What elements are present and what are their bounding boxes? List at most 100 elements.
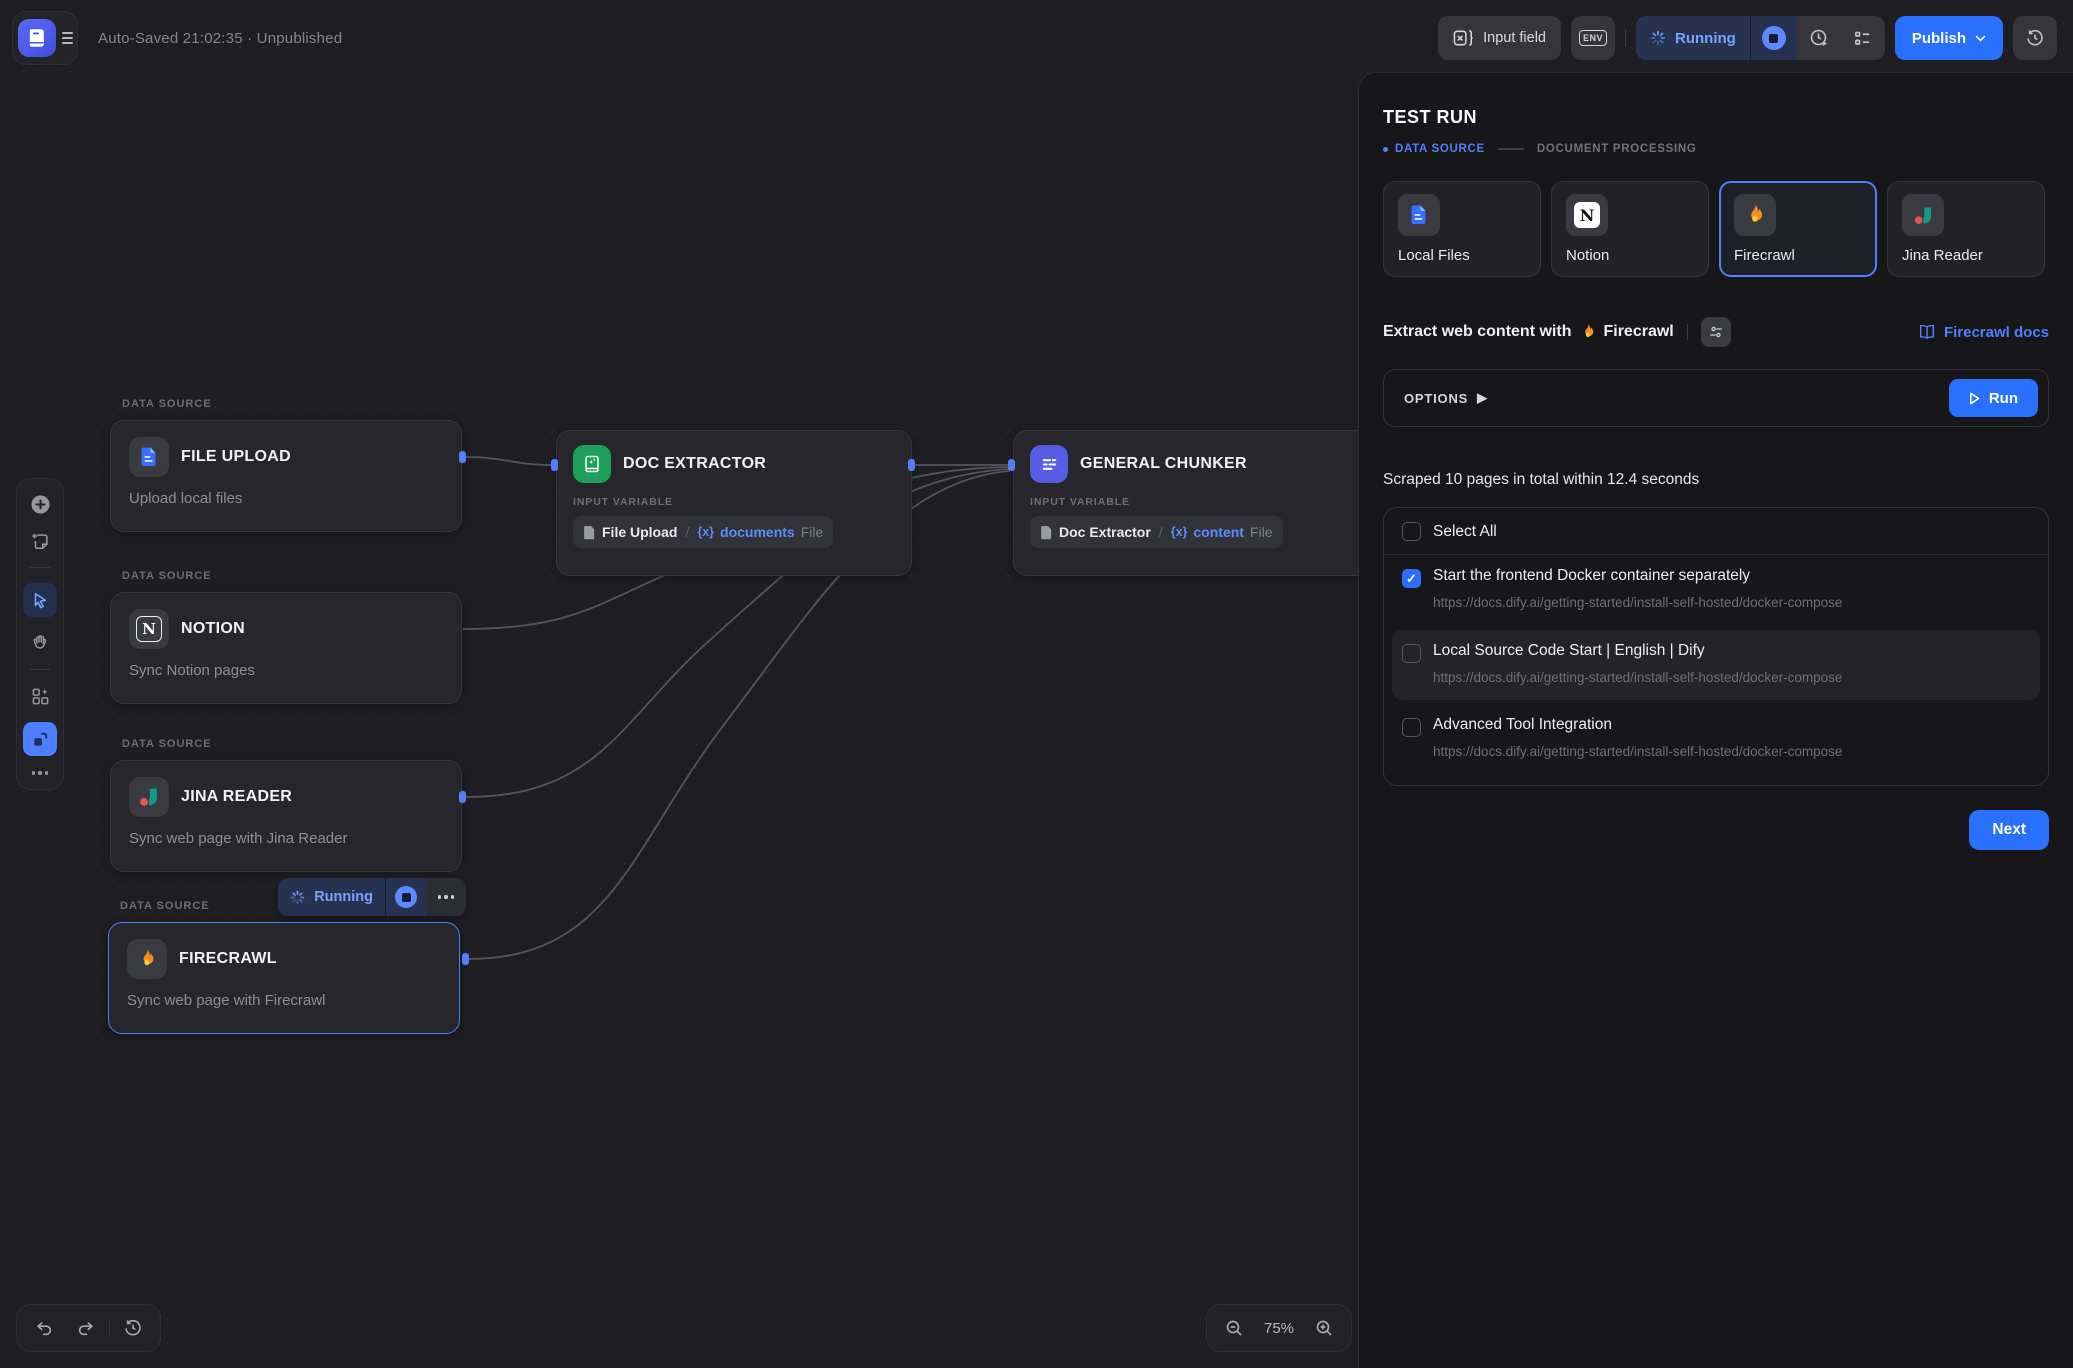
variable-chip[interactable]: File Upload / {x} documents File [573, 516, 833, 548]
run-time-button[interactable] [1797, 16, 1841, 60]
redo-icon [76, 1318, 96, 1338]
source-name: Notion [1566, 247, 1694, 264]
node-card[interactable]: FILE UPLOAD Upload local files [110, 420, 462, 532]
input-field-button[interactable]: Input field [1438, 16, 1561, 60]
running-badge[interactable]: Running [278, 878, 385, 916]
zoom-in-button[interactable] [1303, 1308, 1345, 1348]
undo-button[interactable] [23, 1308, 65, 1348]
node-title: NOTION [181, 620, 245, 638]
general-chunker-icon [1030, 445, 1068, 483]
extract-title: Extract web content with Firecrawl [1383, 323, 1674, 341]
node-more-button[interactable] [426, 878, 466, 916]
node-firecrawl[interactable]: Running DATA SOURCE FIRECRAWL Sync web p… [108, 900, 460, 1034]
canvas-toolbar [16, 478, 64, 790]
node-jina-reader[interactable]: DATA SOURCE JINA READER Sync web page wi… [110, 738, 462, 872]
source-card-firecrawl[interactable]: Firecrawl [1719, 181, 1877, 277]
notion-logo: N [1574, 202, 1600, 228]
source-card-jina-reader[interactable]: Jina Reader [1887, 181, 2045, 277]
sliders-icon [1708, 324, 1724, 340]
checklist-button[interactable] [1841, 16, 1885, 60]
source-card-local-files[interactable]: Local Files [1383, 181, 1541, 277]
file-icon [1040, 525, 1053, 540]
variable-input-icon [1453, 29, 1474, 47]
list-item[interactable]: Advanced Tool Integration https://docs.d… [1384, 704, 2048, 775]
source-name: Local Files [1398, 247, 1526, 264]
extract-prefix: Extract web content with [1383, 323, 1571, 341]
stop-node-button[interactable] [395, 886, 417, 908]
stop-button[interactable] [1762, 26, 1786, 50]
pointer-tool[interactable] [23, 583, 57, 617]
port-doc-extractor-in[interactable] [551, 459, 558, 471]
node-card[interactable]: FIRECRAWL Sync web page with Firecrawl [108, 922, 460, 1034]
hand-icon [30, 633, 50, 653]
flame-icon [1579, 323, 1597, 341]
app-logo [18, 19, 56, 57]
node-title: FILE UPLOAD [181, 448, 291, 466]
spinner-icon [290, 890, 305, 905]
port-doc-extractor-out[interactable] [908, 459, 915, 471]
variable-chip[interactable]: Doc Extractor / {x} content File [1030, 516, 1283, 548]
notion-logo: N [136, 616, 162, 642]
menu-icon[interactable] [62, 32, 73, 44]
version-history-button[interactable] [2013, 16, 2057, 60]
zoom-level[interactable]: 75% [1255, 1320, 1303, 1337]
run-button[interactable]: Run [1949, 379, 2038, 417]
active-step-dot [1383, 147, 1388, 152]
select-all-checkbox[interactable] [1402, 522, 1421, 541]
node-file-upload[interactable]: DATA SOURCE FILE UPLOAD Upload local fil… [110, 398, 462, 532]
list-item[interactable]: Local Source Code Start | English | Dify… [1392, 630, 2040, 701]
port-general-chunker-in[interactable] [1008, 459, 1015, 471]
node-title: DOC EXTRACTOR [623, 455, 766, 473]
toolbar-divider [1625, 29, 1626, 47]
next-button-row: Next [1383, 810, 2049, 850]
node-card[interactable]: JINA READER Sync web page with Jina Read… [110, 760, 462, 872]
port-firecrawl-out[interactable] [462, 953, 469, 965]
running-badge[interactable]: Running [1636, 16, 1750, 60]
options-section: OPTIONS ▶ Run [1383, 369, 2049, 427]
minimap-toggle[interactable] [23, 722, 57, 756]
extract-settings-button[interactable] [1701, 317, 1731, 347]
stop-segment [386, 878, 426, 916]
env-button[interactable]: ENV [1571, 16, 1615, 60]
item-checkbox[interactable] [1402, 644, 1421, 663]
node-notion[interactable]: DATA SOURCE N NOTION Sync Notion pages [110, 570, 462, 704]
port-jina-out[interactable] [459, 791, 466, 803]
organize-blocks-button[interactable] [29, 685, 51, 707]
item-url: https://docs.dify.ai/getting-started/ins… [1433, 667, 1842, 689]
node-section-label: DATA SOURCE [122, 738, 462, 750]
add-node-button[interactable] [29, 493, 51, 515]
file-upload-icon [129, 437, 169, 477]
history-icon [2025, 28, 2045, 48]
input-variable-label: INPUT VARIABLE [573, 496, 895, 508]
note-add-icon [30, 531, 50, 551]
publish-button[interactable]: Publish [1895, 16, 2003, 60]
redo-button[interactable] [65, 1308, 107, 1348]
node-doc-extractor[interactable]: DOC EXTRACTOR INPUT VARIABLE File Upload… [556, 430, 912, 576]
data-source-cards: Local Files N Notion Firecrawl [1383, 181, 2049, 277]
canvas-history-button[interactable] [112, 1308, 154, 1348]
node-general-chunker[interactable]: GENERAL CHUNKER INPUT VARIABLE Doc Extra… [1013, 430, 1369, 576]
node-description: Sync web page with Firecrawl [127, 992, 441, 1009]
add-note-button[interactable] [29, 530, 51, 552]
port-file-upload-out[interactable] [459, 451, 466, 463]
options-label: OPTIONS [1404, 391, 1468, 406]
scrape-result-line: Scraped 10 pages in total within 12.4 se… [1383, 471, 2049, 489]
zoom-out-button[interactable] [1213, 1308, 1255, 1348]
options-toggle[interactable]: OPTIONS ▶ [1404, 390, 1488, 406]
step-data-source: DATA SOURCE [1395, 143, 1485, 155]
hand-tool[interactable] [29, 632, 51, 654]
panel-title: TEST RUN [1383, 107, 2049, 128]
node-card[interactable]: N NOTION Sync Notion pages [110, 592, 462, 704]
app-logo-pill[interactable] [12, 11, 78, 65]
more-tools-button[interactable] [32, 771, 49, 775]
source-card-notion[interactable]: N Notion [1551, 181, 1709, 277]
item-checkbox-checked[interactable]: ✓ [1402, 569, 1421, 588]
firecrawl-docs-link[interactable]: Firecrawl docs [1918, 323, 2049, 341]
list-item[interactable]: ✓ Start the frontend Docker container se… [1384, 555, 2048, 626]
item-checkbox[interactable] [1402, 718, 1421, 737]
caret-right-icon: ▶ [1477, 390, 1488, 406]
jina-logo [136, 784, 162, 810]
next-button[interactable]: Next [1969, 810, 2049, 850]
select-all-row[interactable]: Select All [1384, 508, 2048, 555]
run-status-group: Running [1636, 16, 1885, 60]
